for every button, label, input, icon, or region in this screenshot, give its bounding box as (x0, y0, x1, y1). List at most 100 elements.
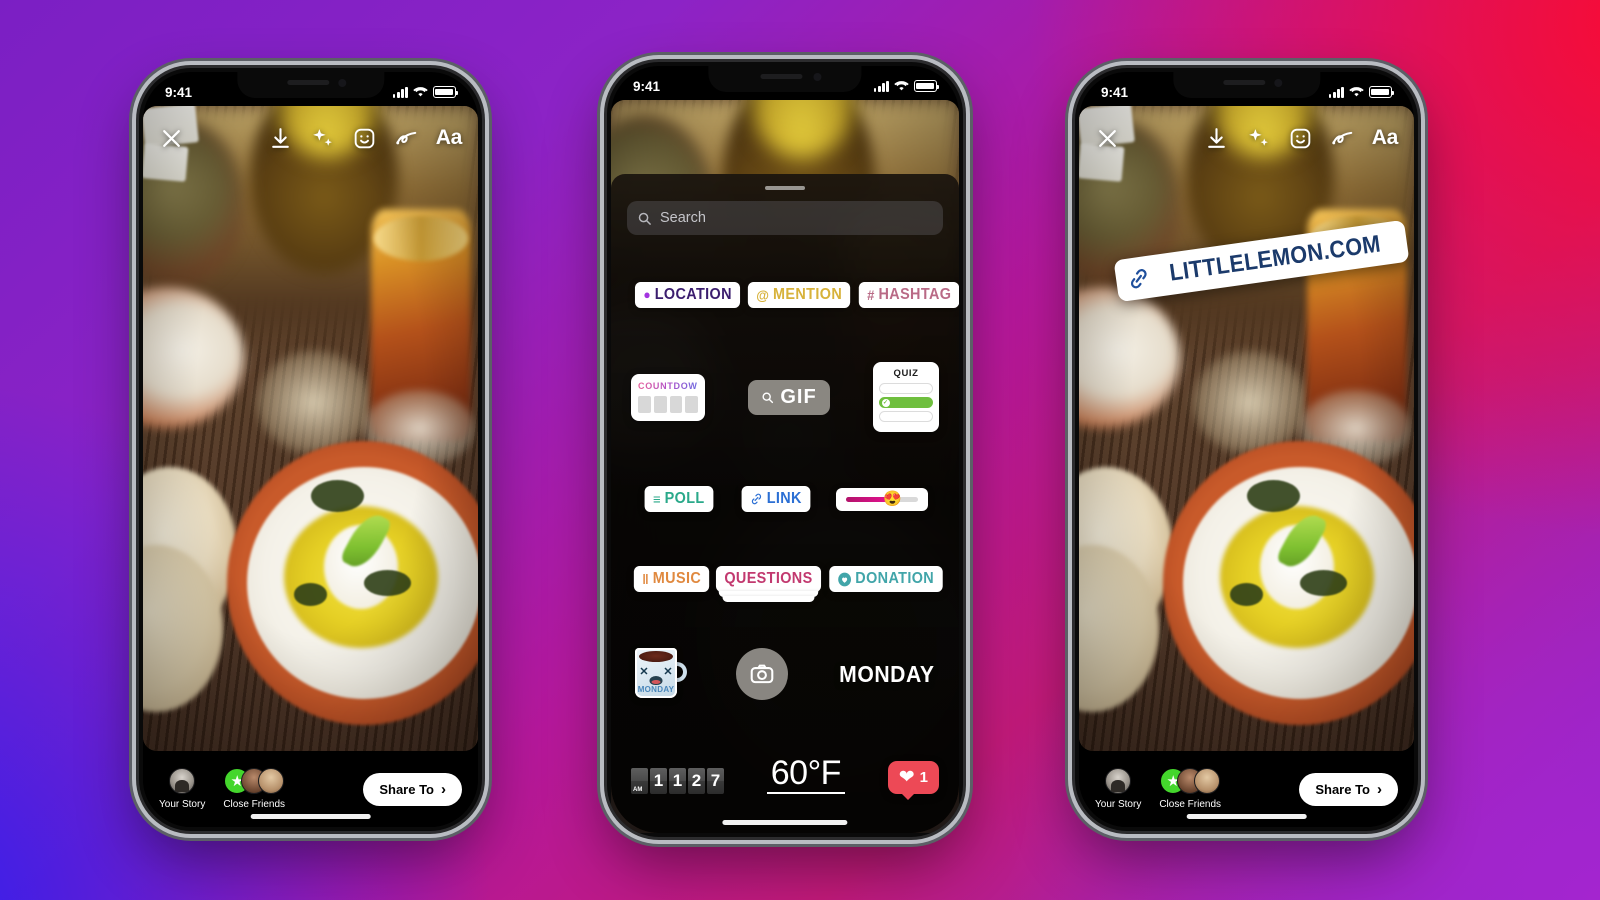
avatar (169, 768, 196, 794)
clock-meridiem: AM (631, 767, 648, 794)
sticker-questions[interactable]: QUESTIONS (716, 566, 822, 602)
clock-digit: 1 (669, 767, 686, 794)
sticker-row-1: ● LOCATION @ MENTION # HASHTAG (631, 282, 959, 308)
sticker-label: QUESTIONS (724, 570, 813, 588)
home-indicator[interactable] (250, 814, 371, 819)
your-story-label: Your Story (1095, 799, 1142, 810)
sticker-row-3: ≡ POLL LINK 😍 (631, 486, 939, 512)
poll-bars-icon: ≡ (653, 491, 662, 508)
close-icon[interactable] (1095, 126, 1120, 151)
link-icon (751, 493, 761, 505)
text-icon[interactable]: Aa (436, 126, 463, 151)
earpiece-speaker (1222, 80, 1265, 85)
download-icon[interactable] (268, 126, 293, 151)
mug-coffee (639, 651, 673, 663)
sticker-label: LOCATION (654, 286, 732, 304)
phone-2: 9:41 Search ● LOCATION @ MENTION # HASHT… (607, 62, 963, 837)
battery-icon (1369, 86, 1395, 98)
sticker-grid: ● LOCATION @ MENTION # HASHTAG COUNTDOWN (627, 243, 959, 833)
sticker-tray: Search ● LOCATION @ MENTION # HASHTAG CO… (611, 174, 959, 833)
sticker-clock[interactable]: AM 1 1 2 7 (631, 767, 724, 794)
close-icon[interactable] (159, 126, 184, 151)
home-indicator[interactable] (1186, 814, 1307, 819)
download-icon[interactable] (1204, 126, 1229, 151)
sticker-label: POLL (665, 490, 706, 508)
notch (1172, 72, 1321, 98)
story-photo (143, 106, 478, 751)
wifi-icon (894, 81, 909, 91)
like-count-label: 1 (919, 768, 928, 786)
sticker-monday-text[interactable]: MONDAY (839, 661, 934, 688)
sticker-location[interactable]: ● LOCATION (634, 282, 741, 308)
status-time: 9:41 (633, 78, 661, 94)
search-icon (638, 212, 651, 225)
share-to-button[interactable]: Share To › (1299, 772, 1398, 806)
sticker-music[interactable]: ‖ MUSIC (633, 566, 710, 592)
gif-label: GIF (780, 385, 817, 408)
camera-sticker-button[interactable] (736, 648, 789, 701)
sticker-weather[interactable]: 60°F (766, 756, 845, 794)
avatar (1105, 768, 1132, 794)
sticker-emoji-slider[interactable]: 😍 (835, 487, 928, 511)
wifi-icon (1349, 87, 1364, 97)
close-friends-label: Close Friends (223, 799, 286, 810)
draw-icon[interactable] (1330, 126, 1355, 151)
signal-bars-icon (392, 86, 408, 98)
battery-icon (914, 80, 940, 92)
notch (236, 72, 385, 98)
sticker-like-count[interactable]: ❤ 1 (887, 760, 939, 800)
status-time: 9:41 (1101, 84, 1129, 100)
hash-icon: # (866, 286, 875, 303)
close-friends-destination[interactable]: ★ Close Friends (1159, 768, 1221, 810)
sticker-gif[interactable]: GIF (748, 379, 830, 415)
home-indicator[interactable] (722, 820, 848, 825)
front-camera (337, 79, 346, 87)
sticker-countdown[interactable]: COUNTDOWN (631, 373, 705, 421)
text-icon[interactable]: Aa (1372, 126, 1399, 151)
drag-handle[interactable] (765, 186, 805, 190)
sticker-monday-mug[interactable]: ✕ ✕ MONDAY (631, 646, 689, 702)
phone-2-screen: 9:41 Search ● LOCATION @ MENTION # HASHT… (611, 66, 959, 833)
sticker-hashtag[interactable]: # HASHTAG (858, 282, 959, 308)
sticker-poll[interactable]: ≡ POLL (645, 486, 714, 512)
phone-1: 9:41 Aa Your Story ★ Close Friends Share… (139, 68, 482, 831)
your-story-label: Your Story (159, 799, 206, 810)
sticker-link[interactable]: LINK (741, 486, 811, 512)
sticker-row-4: ‖ MUSIC QUESTIONS DONATION (631, 566, 943, 602)
close-friends-destination[interactable]: ★ Close Friends (223, 768, 285, 810)
sticker-row-5: ✕ ✕ MONDAY MONDAY (631, 646, 939, 702)
share-to-button[interactable]: Share To › (363, 772, 462, 806)
sparkles-icon[interactable] (1246, 126, 1271, 151)
sticker-icon[interactable] (1288, 126, 1313, 151)
clock-digit: 7 (707, 767, 724, 794)
sticker-mention[interactable]: @ MENTION (748, 282, 851, 308)
draw-icon[interactable] (394, 126, 419, 151)
notch (708, 66, 862, 92)
camera-icon (750, 664, 774, 684)
sparkles-icon[interactable] (310, 126, 335, 151)
music-waveform-icon: ‖ (642, 570, 650, 587)
signal-bars-icon (873, 80, 889, 92)
your-story-destination[interactable]: Your Story (1095, 768, 1141, 810)
search-placeholder: Search (660, 210, 706, 226)
sticker-label: HASHTAG (878, 286, 951, 304)
front-camera (1273, 79, 1282, 87)
search-icon (762, 391, 774, 403)
sticker-row-2: COUNTDOWN GIF QUIZ (631, 362, 939, 433)
share-to-label: Share To (1315, 781, 1370, 797)
sticker-icon[interactable] (352, 126, 377, 151)
phone-3-screen: 9:41 LITTLELEMON.COM Aa Your Story ★ Clo… (1079, 72, 1414, 827)
sticker-donation[interactable]: DONATION (829, 566, 943, 592)
heart-icon (838, 572, 852, 586)
search-input[interactable]: Search (627, 201, 943, 235)
earpiece-speaker (286, 80, 329, 85)
heart-icon: ❤ (898, 766, 915, 788)
sticker-label: DONATION (855, 570, 935, 588)
your-story-destination[interactable]: Your Story (159, 768, 205, 810)
location-pin-icon: ● (643, 286, 652, 302)
sticker-quiz[interactable]: QUIZ (873, 362, 939, 433)
story-preview-3: LITTLELEMON.COM Aa (1079, 106, 1414, 751)
quiz-title: QUIZ (893, 368, 919, 380)
link-icon (1130, 268, 1147, 288)
signal-bars-icon (1328, 86, 1344, 98)
